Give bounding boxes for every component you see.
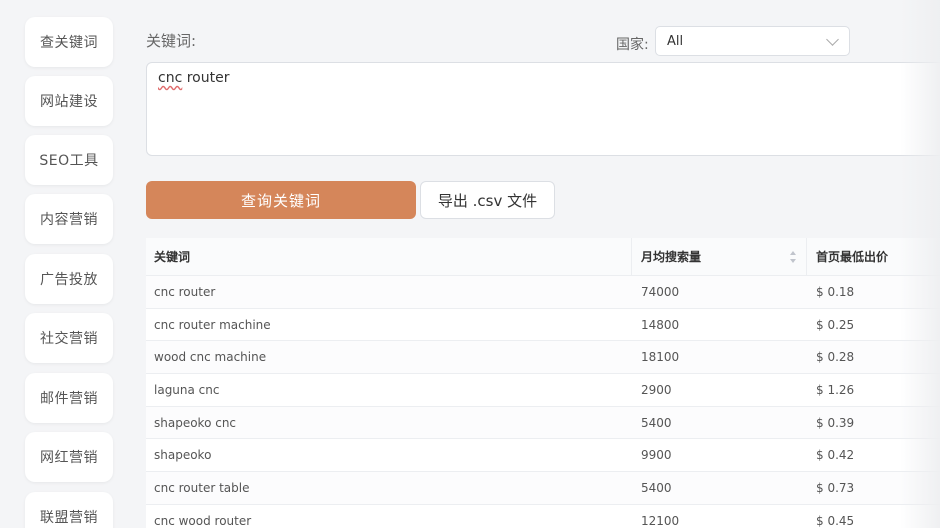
table-header: 关键词 月均搜索量 首页最低出价 [146, 238, 940, 276]
cell-volume: 12100 [641, 513, 680, 528]
export-csv-button[interactable]: 导出 .csv 文件 [420, 181, 555, 219]
query-text-word: router [182, 70, 230, 86]
cell-keyword: cnc wood router [154, 513, 252, 528]
cell-bid: $ 0.45 [816, 513, 855, 528]
country-select-value: All [667, 34, 684, 49]
sidebar-item-affiliate-marketing[interactable]: 联盟营销 [25, 492, 113, 528]
cell-volume: 9900 [641, 448, 672, 463]
sidebar-item-email-marketing[interactable]: 邮件营销 [25, 373, 113, 423]
main-panel: 关键词: 国家: All cnc router 查询关键词 导出 .csv 文件… [130, 0, 940, 528]
sidebar-item-advertising[interactable]: 广告投放 [25, 254, 113, 304]
header-keyword[interactable]: 关键词 [154, 248, 190, 265]
table-row: laguna cnc 2900 $ 1.26 [146, 374, 940, 407]
cell-bid: $ 0.18 [816, 284, 855, 299]
table-row: shapeoko 9900 $ 0.42 [146, 439, 940, 473]
table-row: cnc router table 5400 $ 0.73 [146, 472, 940, 505]
cell-keyword: cnc router table [154, 480, 250, 495]
sidebar-item-label: 网站建设 [40, 94, 98, 110]
cell-volume: 5400 [641, 480, 672, 495]
query-keywords-button[interactable]: 查询关键词 [146, 181, 416, 219]
country-select[interactable]: All [655, 26, 850, 56]
sidebar-item-content-marketing[interactable]: 内容营销 [25, 194, 113, 244]
cell-volume: 74000 [641, 284, 680, 299]
sidebar-item-keyword-search[interactable]: 查关键词 [25, 17, 113, 67]
column-divider [806, 238, 807, 276]
sidebar-item-label: 网红营销 [40, 450, 98, 466]
cell-bid: $ 1.26 [816, 382, 855, 397]
cell-keyword: laguna cnc [154, 382, 220, 397]
column-divider [631, 238, 632, 276]
sidebar-item-social-marketing[interactable]: 社交营销 [25, 313, 113, 363]
table-row: shapeoko cnc 5400 $ 0.39 [146, 406, 940, 440]
query-text-word: cnc [158, 70, 183, 86]
sidebar-item-label: 联盟营销 [40, 510, 98, 526]
keyword-label: 关键词: [146, 32, 197, 50]
sidebar-item-label: 内容营销 [40, 212, 98, 228]
header-bid[interactable]: 首页最低出价 [816, 248, 888, 265]
cell-volume: 2900 [641, 382, 672, 397]
cell-bid: $ 0.42 [816, 448, 855, 463]
chevron-down-icon [826, 33, 839, 46]
sidebar: 查关键词 网站建设 SEO工具 内容营销 广告投放 社交营销 邮件营销 网红营销… [0, 0, 130, 528]
sidebar-item-label: 邮件营销 [40, 391, 98, 407]
cell-bid: $ 0.25 [816, 317, 855, 332]
cell-keyword: shapeoko cnc [154, 415, 237, 430]
sidebar-item-website-building[interactable]: 网站建设 [25, 76, 113, 126]
sidebar-item-influencer-marketing[interactable]: 网红营销 [25, 432, 113, 482]
cell-bid: $ 0.73 [816, 480, 855, 495]
cell-keyword: cnc router [154, 284, 216, 299]
table-row: wood cnc machine 18100 $ 0.28 [146, 341, 940, 375]
cell-volume: 18100 [641, 350, 680, 365]
cell-volume: 14800 [641, 317, 680, 332]
table-row: cnc router 74000 $ 0.18 [146, 276, 940, 309]
sort-icon[interactable] [789, 250, 797, 264]
sidebar-item-label: 社交营销 [40, 331, 98, 347]
table-row: cnc wood router 12100 $ 0.45 [146, 505, 940, 528]
cell-keyword: shapeoko [154, 448, 212, 463]
cell-keyword: wood cnc machine [154, 350, 267, 365]
cell-keyword: cnc router machine [154, 317, 271, 332]
country-label: 国家: [616, 37, 649, 53]
cell-volume: 5400 [641, 415, 672, 430]
cell-bid: $ 0.39 [816, 415, 855, 430]
cell-bid: $ 0.28 [816, 350, 855, 365]
keyword-textarea[interactable]: cnc router [146, 62, 940, 156]
table-row: cnc router machine 14800 $ 0.25 [146, 309, 940, 342]
sidebar-item-label: SEO工具 [39, 153, 99, 169]
header-volume[interactable]: 月均搜索量 [641, 248, 701, 265]
keyword-table: 关键词 月均搜索量 首页最低出价 cnc router 74000 $ 0.18… [146, 238, 940, 528]
sidebar-item-seo-tools[interactable]: SEO工具 [25, 135, 113, 185]
sidebar-item-label: 查关键词 [40, 35, 98, 51]
sidebar-item-label: 广告投放 [40, 272, 98, 288]
